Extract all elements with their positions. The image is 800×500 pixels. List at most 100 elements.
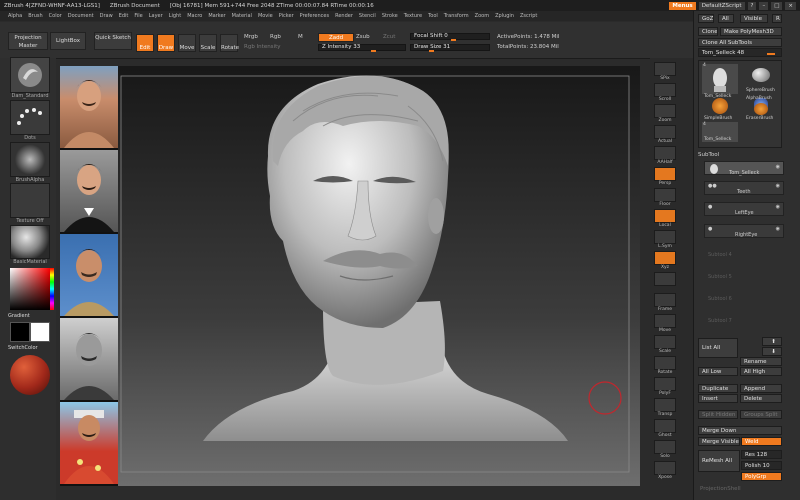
menu-item[interactable]: Render <box>335 13 353 19</box>
edit-button[interactable]: Edit <box>136 34 154 52</box>
menu-item[interactable]: Tool <box>428 13 438 19</box>
secondary-color-swatch[interactable] <box>10 322 30 342</box>
view-button[interactable] <box>654 167 676 181</box>
eye-icon[interactable]: ◉ <box>776 204 780 210</box>
all-high-button[interactable]: All High <box>740 367 782 376</box>
weld-toggle[interactable]: Weld <box>741 437 782 446</box>
focal-shift-handle[interactable] <box>451 39 456 41</box>
merge-visible-button[interactable]: Merge Visible <box>698 437 740 446</box>
move-button[interactable]: Move <box>178 34 196 52</box>
tool-thumb-tom-selleck[interactable] <box>702 64 738 94</box>
view-button[interactable] <box>654 83 676 97</box>
empty-subtool-slot[interactable]: Subtool 4 <box>708 252 732 258</box>
sphere-brush-icon[interactable] <box>752 68 770 82</box>
rotate-button[interactable]: Rotate <box>220 34 239 52</box>
alpha-selector[interactable] <box>10 142 50 177</box>
color-picker[interactable] <box>10 268 54 310</box>
document-canvas[interactable] <box>118 66 640 486</box>
view-button[interactable] <box>654 125 676 139</box>
view-button[interactable] <box>654 230 676 244</box>
subtool-row[interactable]: ● LeftEye ◉ <box>704 202 784 216</box>
view-button[interactable] <box>654 251 676 265</box>
goz-button[interactable]: GoZ <box>698 14 714 23</box>
menu-item[interactable]: Transform <box>444 13 469 19</box>
menu-item[interactable]: Draw <box>100 13 113 19</box>
menu-item[interactable]: Alpha <box>8 13 22 19</box>
insert-button[interactable]: Insert <box>698 394 738 403</box>
texture-selector[interactable] <box>10 183 50 218</box>
menu-item[interactable]: Document <box>68 13 94 19</box>
close-icon[interactable]: × <box>785 1 796 10</box>
hue-strip[interactable] <box>50 268 54 310</box>
view-button[interactable] <box>654 146 676 160</box>
menu-item[interactable]: Macro <box>187 13 202 19</box>
view-button[interactable] <box>654 104 676 118</box>
z-intensity-slider[interactable]: Z Intensity 33 <box>318 44 406 52</box>
list-all-button[interactable]: List All <box>698 338 738 358</box>
minimize-icon[interactable]: – <box>759 1 769 10</box>
menu-item[interactable]: Stencil <box>359 13 376 19</box>
reference-image[interactable] <box>60 234 118 316</box>
maximize-icon[interactable]: □ <box>771 1 783 10</box>
empty-subtool-slot[interactable]: Subtool 5 <box>708 274 732 280</box>
view-button[interactable] <box>654 272 676 286</box>
simple-brush-icon[interactable] <box>712 98 728 114</box>
view-button[interactable] <box>654 62 676 76</box>
reference-image[interactable] <box>60 66 118 148</box>
quick-sketch-button[interactable]: Quick Sketch <box>94 32 132 50</box>
zcut-button[interactable]: Zcut <box>383 34 395 40</box>
rgb-intensity-slider[interactable]: Rgb Intensity <box>244 44 281 50</box>
menus-button[interactable]: Menus <box>669 1 696 10</box>
tool-slider-handle[interactable] <box>767 53 775 55</box>
split-hidden-button[interactable]: Split Hidden <box>698 410 738 419</box>
menu-item[interactable]: Edit <box>119 13 129 19</box>
projection-master-button[interactable]: Projection Master <box>8 32 48 50</box>
arrow-up-icon[interactable]: ⬆ <box>762 337 782 346</box>
duplicate-button[interactable]: Duplicate <box>698 384 738 393</box>
stroke-selector[interactable] <box>10 100 50 135</box>
menu-item[interactable]: Picker <box>279 13 294 19</box>
help-button[interactable]: ? <box>747 1 757 10</box>
polygrp-toggle[interactable]: PolyGrp <box>741 472 782 481</box>
view-button[interactable] <box>654 461 676 475</box>
r-button[interactable]: R <box>772 14 782 23</box>
make-polymesh-button[interactable]: Make PolyMesh3D <box>720 27 782 36</box>
menu-item[interactable]: Texture <box>404 13 422 19</box>
default-zscript-button[interactable]: DefaultZScript <box>698 1 745 10</box>
eye-icon[interactable]: ◉ <box>776 183 780 189</box>
menu-item[interactable]: Preferences <box>300 13 329 19</box>
view-button[interactable] <box>654 398 676 412</box>
menu-item[interactable]: Color <box>49 13 62 19</box>
reference-image[interactable] <box>60 150 118 232</box>
menu-item[interactable]: Movie <box>258 13 273 19</box>
menu-item[interactable]: Zoom <box>475 13 489 19</box>
subtool-header[interactable]: SubTool <box>698 152 719 158</box>
view-button[interactable] <box>654 377 676 391</box>
zadd-button[interactable]: Zadd <box>318 33 354 42</box>
rgb-button[interactable]: Rgb <box>270 34 281 40</box>
eraser-brush-icon[interactable] <box>754 103 768 115</box>
draw-size-slider[interactable]: Draw Size 31 <box>410 44 490 52</box>
scale-button[interactable]: Scale <box>199 34 217 52</box>
arrow-down-icon[interactable]: ⬇ <box>762 347 782 356</box>
remesh-all-button[interactable]: ReMesh All <box>698 450 740 472</box>
focal-shift-slider[interactable]: Focal Shift 0 <box>410 33 490 41</box>
draw-size-handle[interactable] <box>429 50 434 52</box>
empty-subtool-slot[interactable]: Subtool 6 <box>708 296 732 302</box>
brush-selector[interactable] <box>10 57 50 93</box>
zsub-button[interactable]: Zsub <box>356 34 370 40</box>
eye-icon[interactable]: ◉ <box>776 226 780 232</box>
menu-item[interactable]: Layer <box>149 13 163 19</box>
reference-image[interactable] <box>60 402 118 484</box>
subtool-row[interactable]: ●● Teeth ◉ <box>704 181 784 195</box>
visible-button[interactable]: Visible <box>740 14 768 23</box>
reference-image[interactable] <box>60 318 118 400</box>
view-button[interactable] <box>654 209 676 223</box>
main-color-swatch[interactable] <box>30 322 50 342</box>
all-low-button[interactable]: All Low <box>698 367 738 376</box>
menu-item[interactable]: Stroke <box>382 13 398 19</box>
mrgb-button[interactable]: Mrgb <box>244 34 258 40</box>
view-button[interactable] <box>654 293 676 307</box>
material-selector[interactable] <box>10 225 50 259</box>
polish-slider[interactable]: Polish 10 <box>741 461 782 470</box>
